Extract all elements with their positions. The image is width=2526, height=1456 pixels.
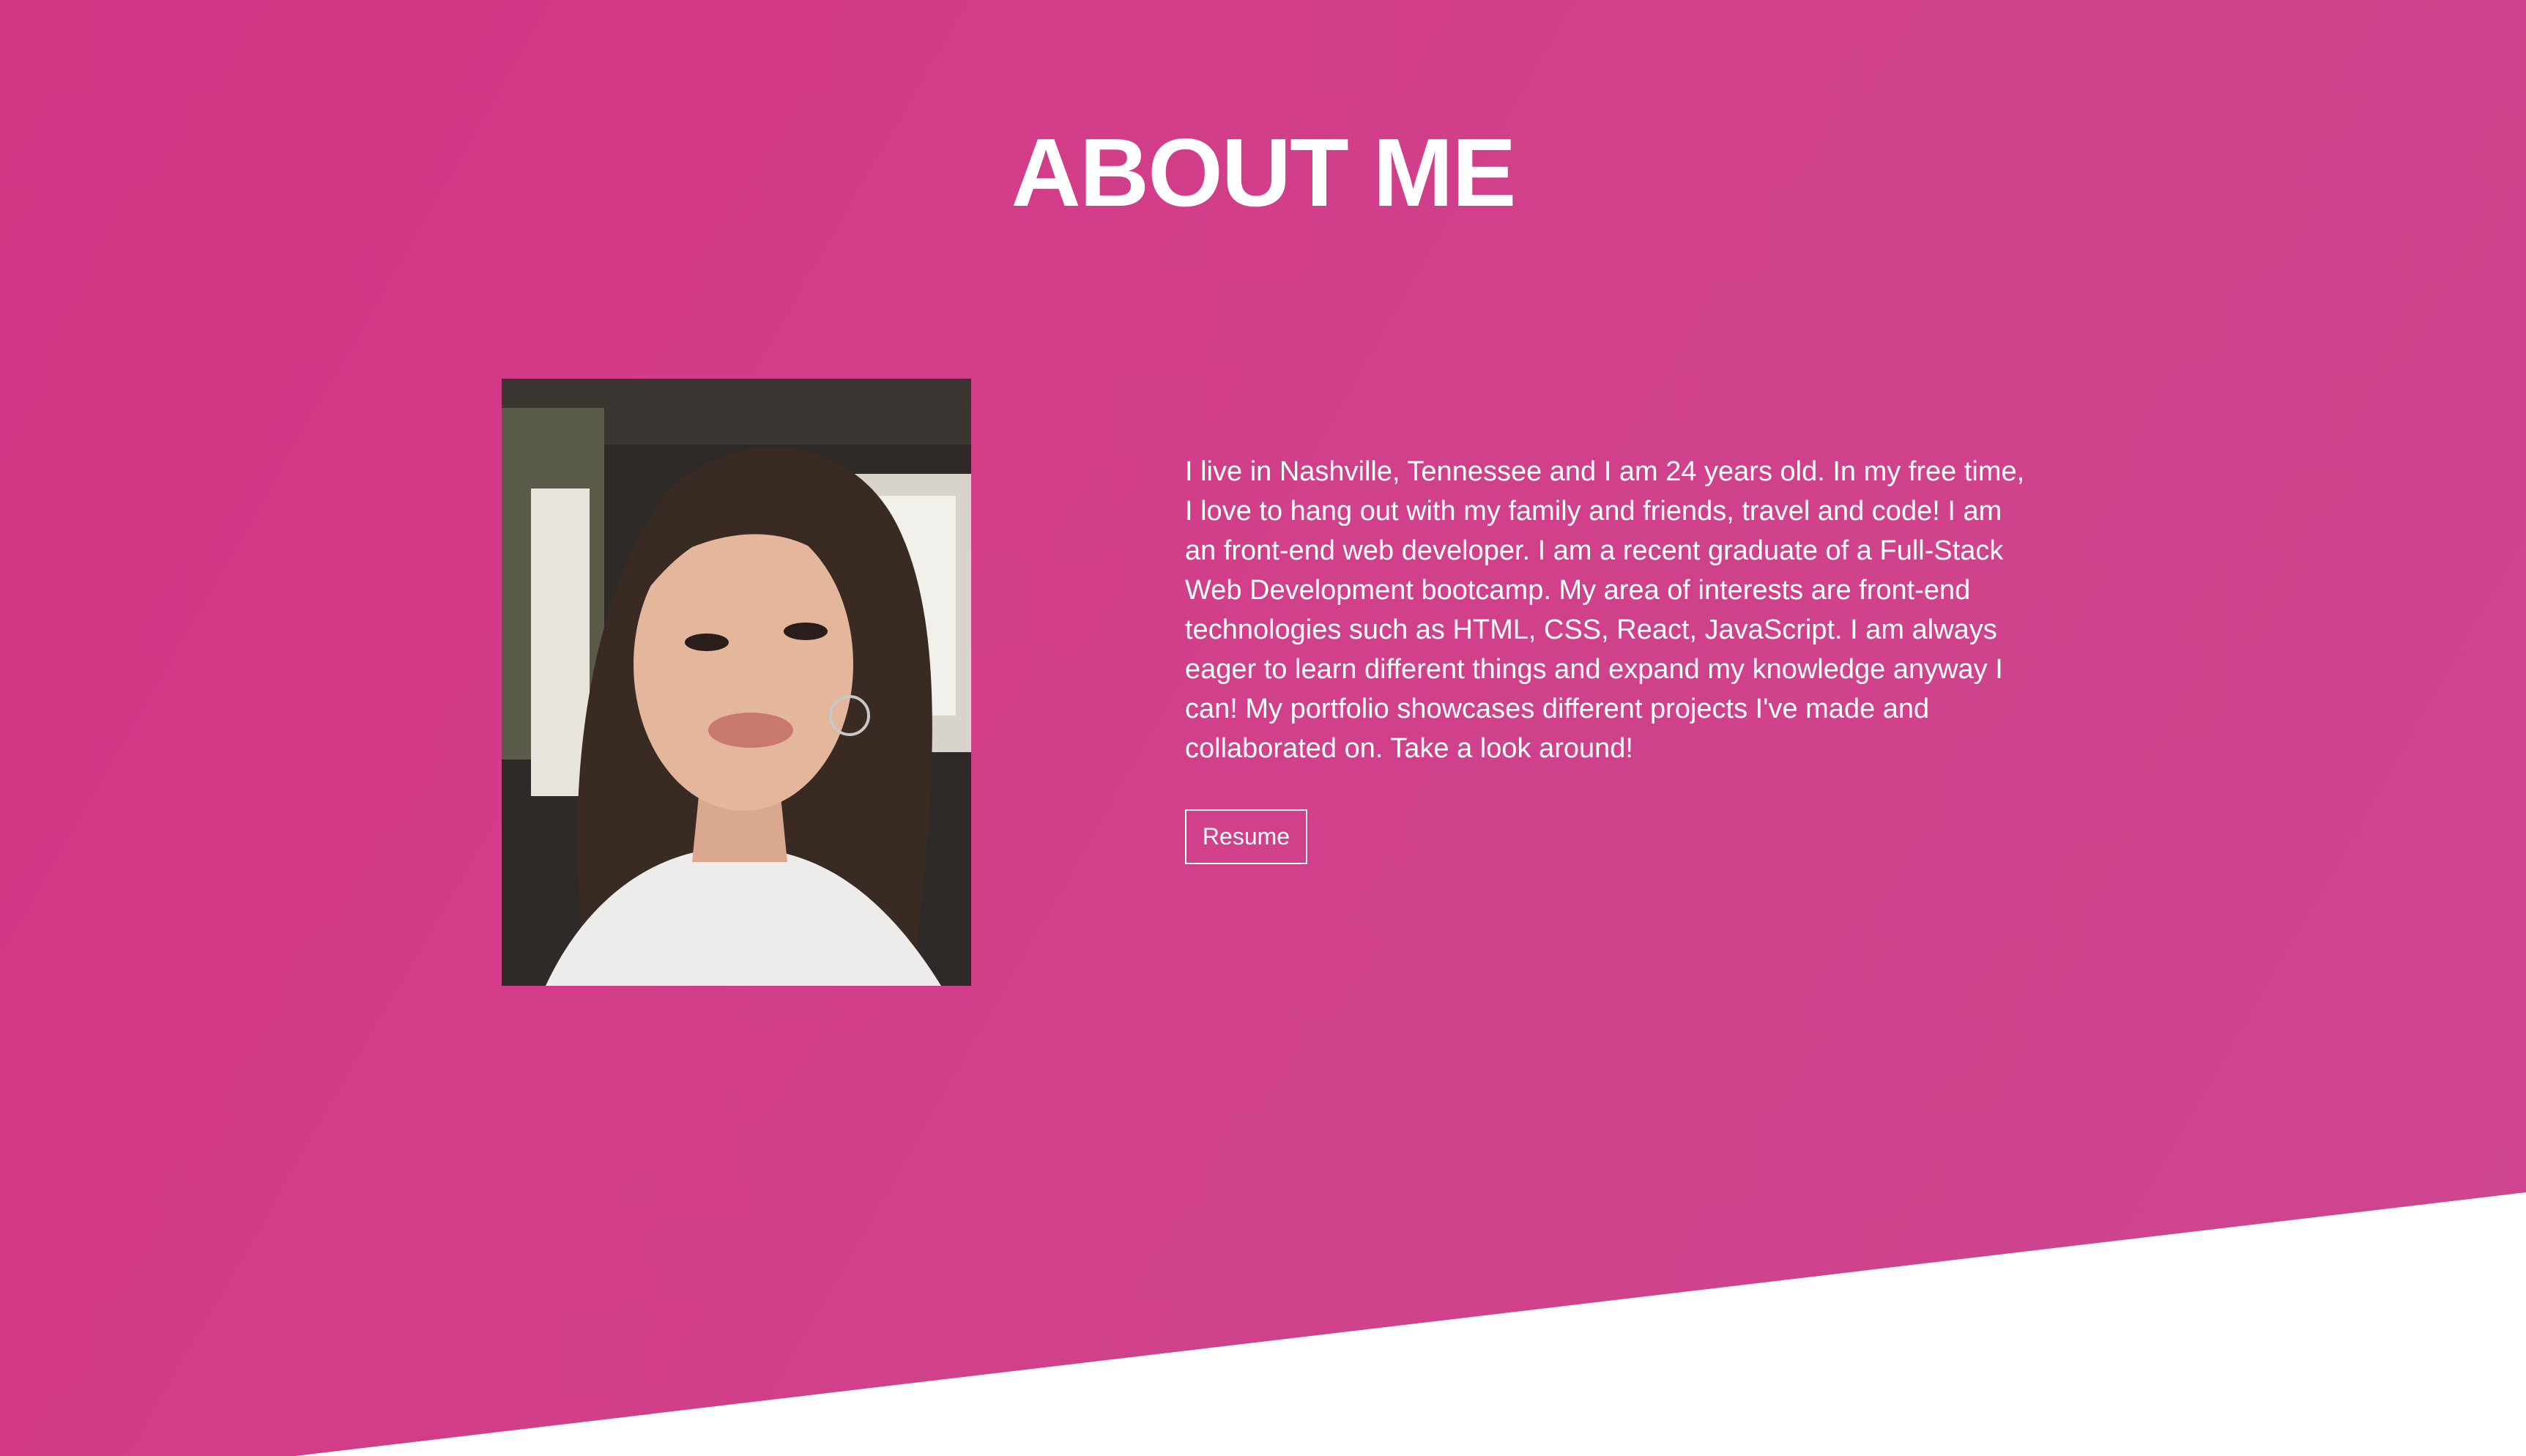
resume-button[interactable]: Resume [1185,809,1307,864]
page-title: ABOUT ME [1011,119,1517,226]
about-section: ABOUT ME I live in Nashville, Tennessee … [0,0,2526,1456]
profile-photo [502,379,971,986]
bio-text: I live in Nashville, Tennessee and I am … [1185,456,2025,764]
